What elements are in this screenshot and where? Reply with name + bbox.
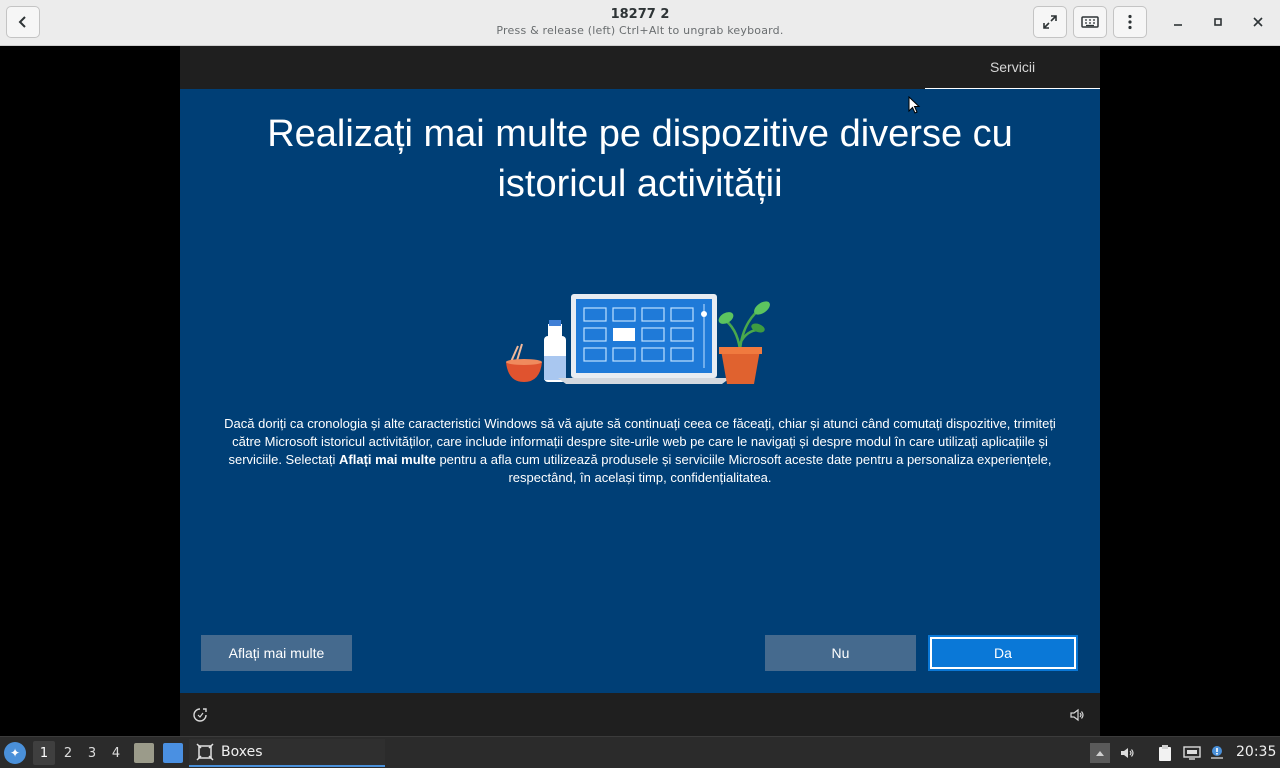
kebab-menu-icon: [1128, 14, 1132, 30]
workspace-2[interactable]: 2: [57, 741, 79, 765]
minimize-button[interactable]: [1168, 12, 1188, 32]
description-part-2: pentru a afla cum utilizează produsele ș…: [435, 452, 1052, 485]
file-manager-launcher-icon[interactable]: [134, 743, 154, 763]
close-icon: [1253, 17, 1263, 27]
back-arrow-icon: [18, 16, 26, 28]
window-title: 18277 2: [610, 7, 670, 22]
taskbar-item-boxes[interactable]: Boxes: [189, 739, 385, 767]
close-button[interactable]: [1248, 12, 1268, 32]
description-text: Dacă doriți ca cronologia și alte caract…: [220, 415, 1060, 487]
maximize-icon: [1214, 18, 1222, 26]
tray-volume-icon[interactable]: [1117, 743, 1137, 763]
volume-icon: [1070, 708, 1084, 722]
learn-more-button[interactable]: Aflați mai multe: [201, 635, 352, 671]
taskbar-item-label: Boxes: [221, 744, 263, 760]
oobe-bottom-bar: [180, 693, 1100, 736]
back-button[interactable]: [6, 6, 40, 38]
page-title: Realizați mai multe pe dispozitive diver…: [267, 113, 1013, 205]
workspace-3[interactable]: 3: [81, 741, 103, 765]
menu-button[interactable]: [1113, 6, 1147, 38]
tray-notification-icon[interactable]: [1207, 743, 1227, 763]
maximize-button[interactable]: [1208, 12, 1228, 32]
tray-clipboard-icon[interactable]: [1155, 743, 1175, 763]
headerbar: 18277 2 Press & release (left) Ctrl+Alt …: [0, 0, 1280, 46]
description-learn-more-emphasis: Aflați mai multe: [339, 452, 436, 467]
workspace-4[interactable]: 4: [105, 741, 127, 765]
keyboard-icon: [1081, 16, 1099, 28]
workspace-1[interactable]: 1: [33, 741, 55, 765]
host-taskbar: ✦ 1 2 3 4 Boxes 20:35: [0, 736, 1280, 768]
no-button[interactable]: Nu: [765, 635, 916, 671]
fullscreen-icon: [1043, 15, 1057, 29]
ease-of-access-icon: [193, 708, 207, 722]
boxes-app-icon: [195, 742, 215, 762]
tray-expand-icon[interactable]: [1090, 743, 1110, 763]
desktop-launcher-icon[interactable]: [163, 743, 183, 763]
distro-logo-icon: ✦: [9, 746, 21, 760]
clock[interactable]: 20:35: [1236, 744, 1276, 760]
start-menu-button[interactable]: ✦: [4, 742, 26, 764]
window-subtitle: Press & release (left) Ctrl+Alt to ungra…: [496, 24, 784, 37]
activity-history-illustration: [506, 294, 770, 384]
oobe-panel: Realizați mai multe pe dispozitive diver…: [180, 89, 1100, 693]
tab-servicii: Servicii: [925, 46, 1100, 90]
vm-display[interactable]: Servicii Realizați mai multe pe dispozit…: [180, 46, 1100, 736]
minimize-icon: [1174, 24, 1182, 26]
fullscreen-button[interactable]: [1033, 6, 1067, 38]
volume-button[interactable]: [1068, 706, 1086, 724]
tray-network-icon[interactable]: [1182, 743, 1202, 763]
keyboard-button[interactable]: [1073, 6, 1107, 38]
ease-of-access-button[interactable]: [191, 706, 209, 724]
oobe-top-bar: Servicii: [180, 46, 1100, 90]
mouse-cursor-icon: [908, 96, 921, 114]
yes-button[interactable]: Da: [928, 635, 1078, 671]
